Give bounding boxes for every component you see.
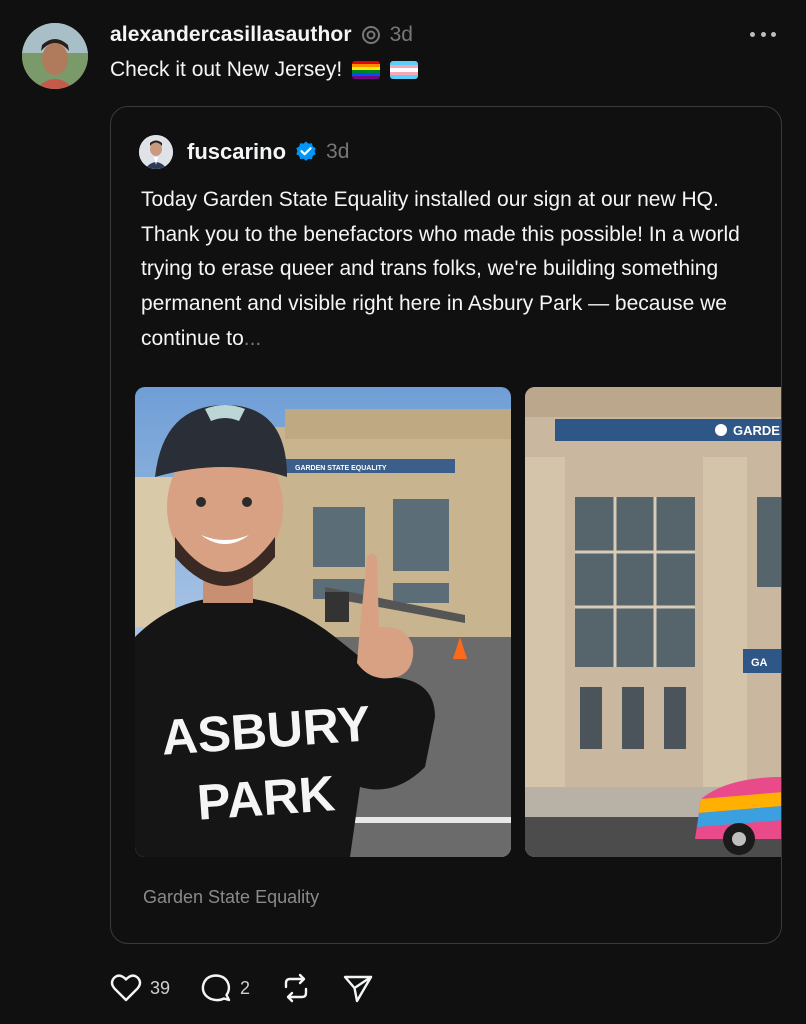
share-button[interactable] xyxy=(342,973,374,1003)
shirt-text-line-2: PARK xyxy=(195,765,337,830)
verified-badge-icon xyxy=(294,140,318,164)
reply-count: 2 xyxy=(240,977,251,998)
photo2-small-sign-text: GA xyxy=(751,657,768,669)
like-count: 39 xyxy=(150,977,171,998)
link-caption[interactable]: Garden State Equality xyxy=(143,887,319,908)
post-photo-1[interactable]: GARDEN STATE EQUALITY ASBURY PARK xyxy=(135,387,511,857)
quoted-post-time: 3d xyxy=(326,140,350,163)
post-text: Check it out New Jersey! xyxy=(110,58,343,81)
photo1-sign-text: GARDEN STATE EQUALITY xyxy=(295,465,387,472)
author-username[interactable]: alexandercasillasauthor xyxy=(110,23,352,47)
reposted-indicator-icon xyxy=(360,24,382,46)
like-button[interactable]: 39 xyxy=(110,973,170,1003)
photo2-sign-text: GARDE xyxy=(733,423,780,438)
heart-icon xyxy=(110,974,142,1002)
repost-button[interactable] xyxy=(280,973,312,1003)
post-text-row: Check it out New Jersey! xyxy=(110,58,419,82)
quoted-author-username[interactable]: fuscarino xyxy=(187,139,286,165)
post-header: alexandercasillasauthor 3d xyxy=(110,20,413,50)
more-options-icon[interactable] xyxy=(750,24,776,44)
post-time: 3d xyxy=(389,23,413,46)
transgender-flag-icon xyxy=(390,61,419,79)
quoted-author-avatar[interactable] xyxy=(139,135,173,169)
post-photo-2[interactable]: GARDE GA xyxy=(525,387,781,857)
rainbow-flag-icon xyxy=(352,61,381,79)
quoted-post[interactable]: fuscarino 3d Today Garden State Equality… xyxy=(110,106,782,944)
quoted-post-header: fuscarino 3d xyxy=(187,136,349,168)
reply-button[interactable]: 2 xyxy=(200,973,250,1003)
repost-icon xyxy=(284,973,308,1003)
author-avatar[interactable] xyxy=(22,23,88,89)
quoted-post-text: Today Garden State Equality installed ou… xyxy=(141,188,740,350)
post-actions: 39 2 xyxy=(110,970,404,1006)
truncation-ellipsis[interactable]: ... xyxy=(244,327,262,350)
comment-icon xyxy=(201,974,231,1002)
share-icon xyxy=(343,975,373,1003)
quoted-post-body: Today Garden State Equality installed ou… xyxy=(141,183,761,357)
